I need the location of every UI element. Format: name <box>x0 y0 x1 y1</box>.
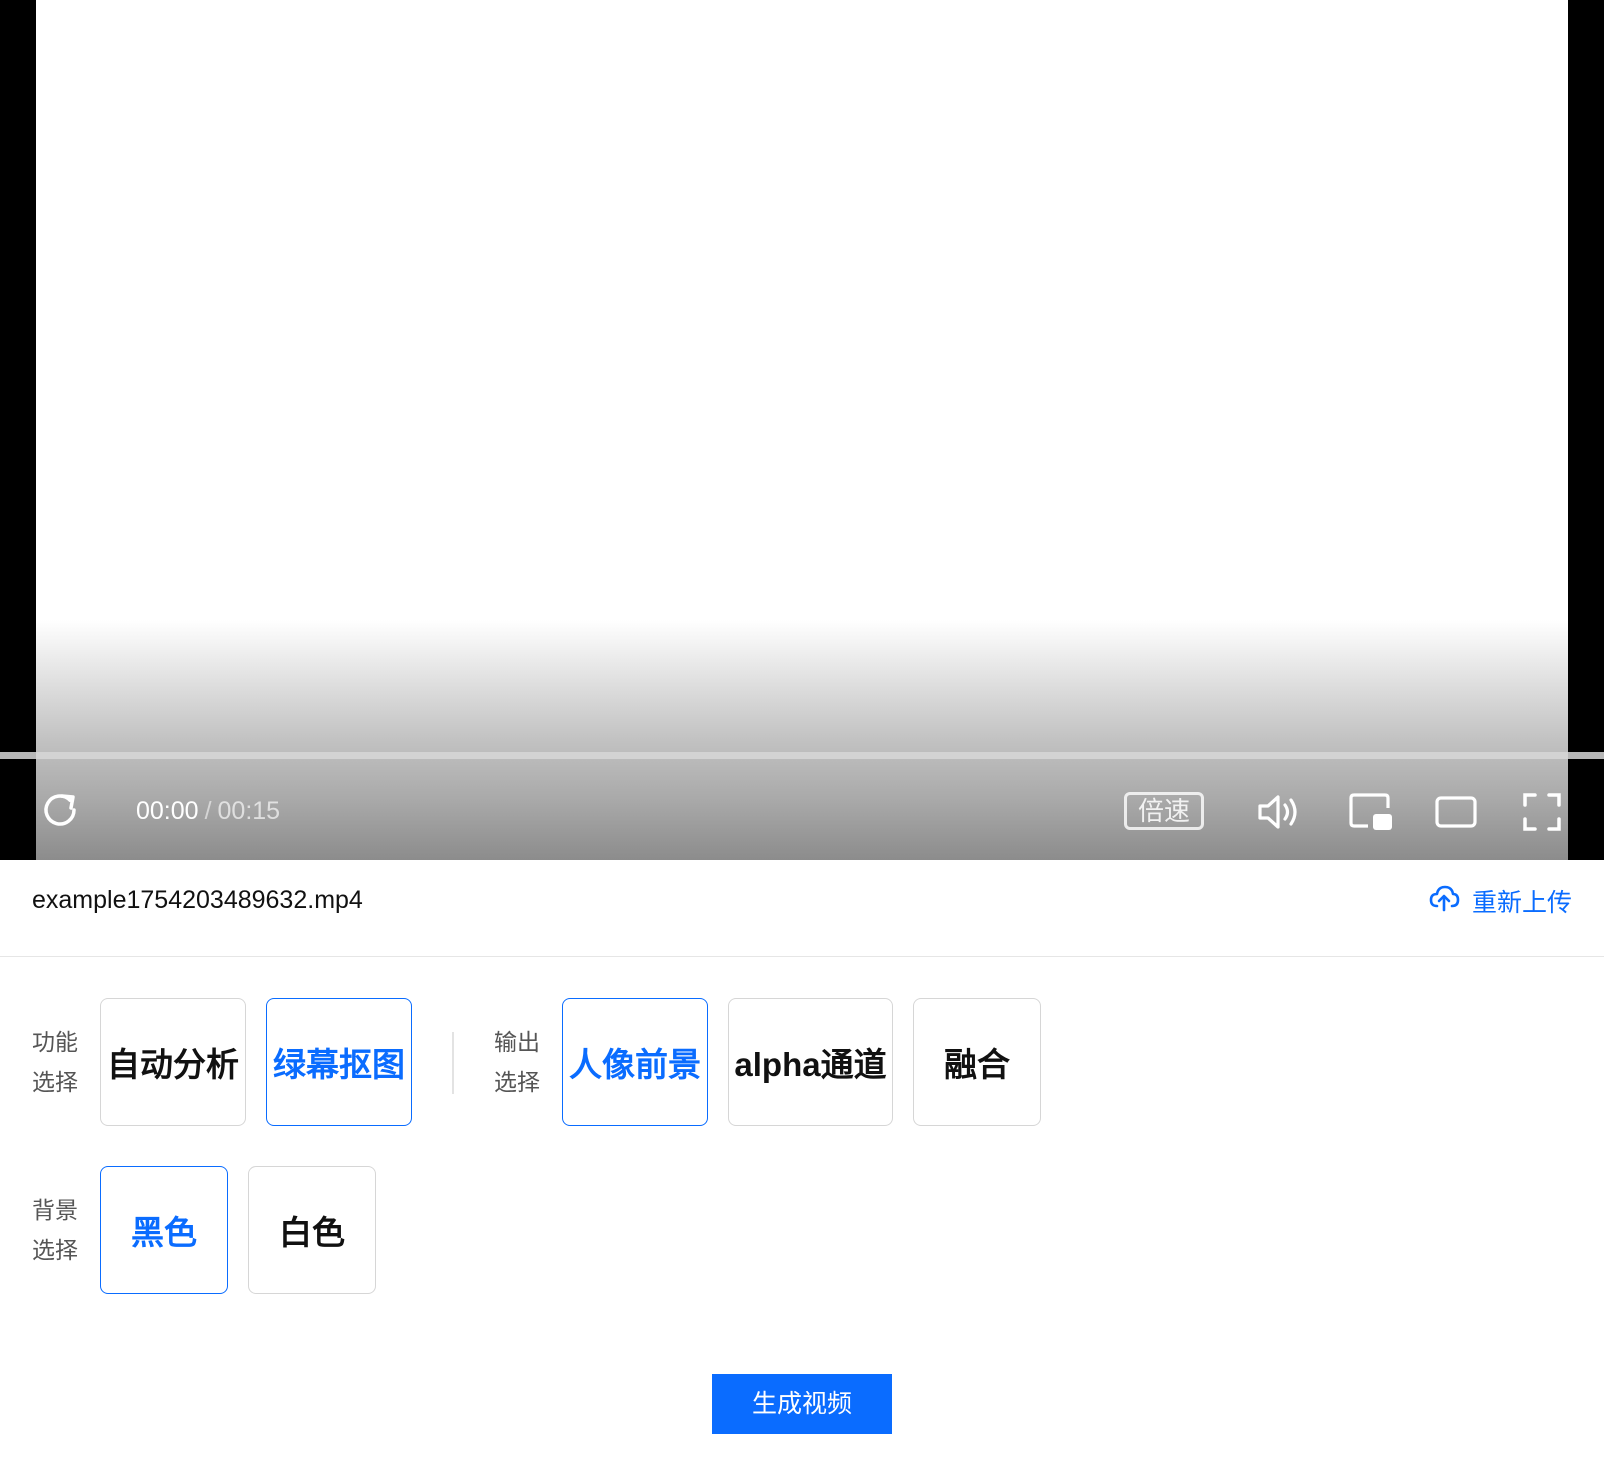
pip-icon[interactable] <box>1348 792 1394 832</box>
function-label-line2: 选择 <box>32 1069 78 1095</box>
output-label-line1: 输出 <box>494 1029 540 1055</box>
option-green-screen[interactable]: 绿幕抠图 <box>266 998 412 1126</box>
option-black[interactable]: 黑色 <box>100 1166 228 1294</box>
background-label-line1: 背景 <box>32 1197 78 1223</box>
wide-screen-icon[interactable] <box>1434 794 1478 830</box>
function-select-label: 功能 选择 <box>32 1022 84 1102</box>
reupload-button[interactable]: 重新上传 <box>1428 882 1572 923</box>
reupload-label: 重新上传 <box>1471 888 1572 917</box>
output-label-line2: 选择 <box>494 1069 540 1095</box>
option-auto-analyze[interactable]: 自动分析 <box>100 998 246 1126</box>
fullscreen-icon[interactable] <box>1522 792 1562 832</box>
file-name: example1754203489632.mp4 <box>32 886 363 914</box>
cloud-upload-icon <box>1428 882 1460 923</box>
replay-icon[interactable] <box>38 788 82 832</box>
section-divider <box>452 1032 454 1094</box>
speed-button[interactable]: 倍速 <box>1124 792 1204 830</box>
output-select-label: 输出 选择 <box>494 1022 546 1102</box>
function-label-line1: 功能 <box>32 1029 78 1055</box>
time-separator: / <box>204 797 212 825</box>
current-time: 00:00 <box>136 797 199 825</box>
option-white[interactable]: 白色 <box>248 1166 376 1294</box>
duration: 00:15 <box>217 797 281 825</box>
file-info-row: example1754203489632.mp4 重新上传 <box>0 860 1604 957</box>
background-label-line2: 选择 <box>32 1237 78 1263</box>
background-select-label: 背景 选择 <box>32 1190 84 1270</box>
option-portrait-foreground[interactable]: 人像前景 <box>562 998 708 1126</box>
generate-video-button[interactable]: 生成视频 <box>712 1374 892 1434</box>
video-frame[interactable] <box>36 0 1568 860</box>
video-player[interactable]: 00:00/00:15 倍速 <box>0 0 1604 860</box>
time-display: 00:00/00:15 <box>136 796 280 826</box>
volume-icon[interactable] <box>1256 790 1304 834</box>
option-blend[interactable]: 融合 <box>913 998 1041 1126</box>
option-alpha-channel[interactable]: alpha通道 <box>728 998 893 1126</box>
progress-bar[interactable] <box>0 752 1604 759</box>
